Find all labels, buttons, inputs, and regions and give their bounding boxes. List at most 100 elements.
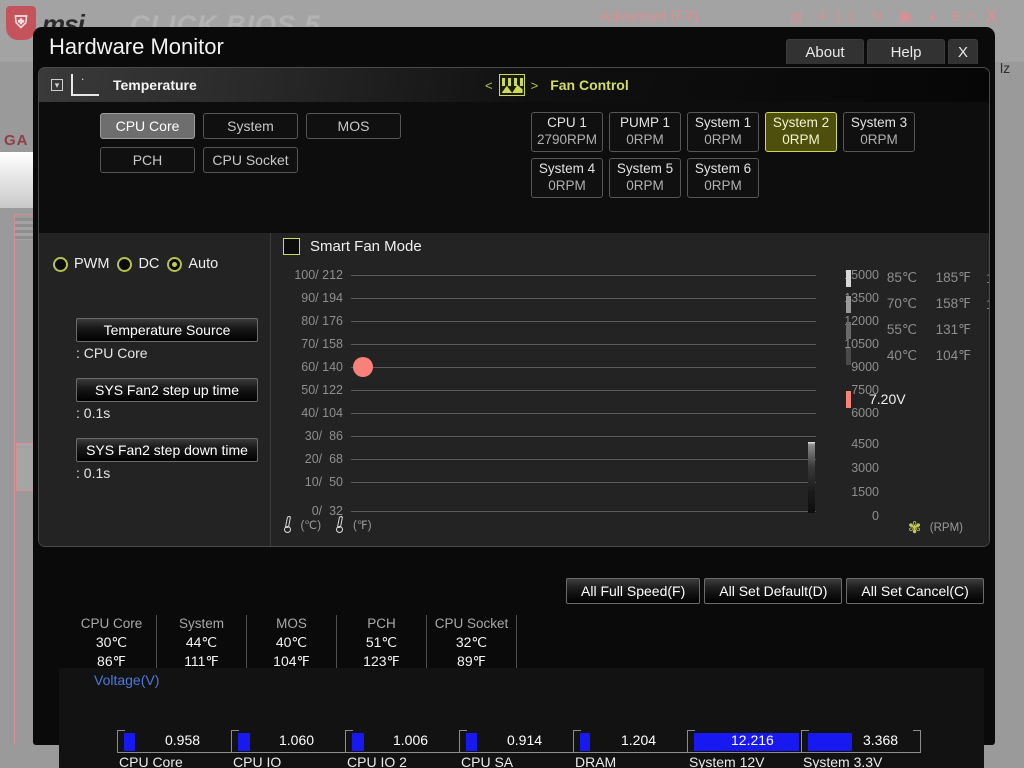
fan-mode-radio-group: PWM DC Auto <box>53 256 218 272</box>
legend-current-voltage: 7.20V <box>869 391 906 407</box>
legend-row: 85℃ 185℉ 12.00V <box>846 265 989 291</box>
bios-close-icon[interactable]: X <box>985 6 998 29</box>
radio-pwm[interactable]: PWM <box>53 256 109 272</box>
titlebar-buttons: About Help X <box>786 39 978 64</box>
summary-celsius: 44℃ <box>185 634 218 651</box>
voltage-item-cpu-io: 1.060 CPU IO <box>231 720 345 768</box>
temperature-source-button[interactable]: Temperature Source <box>76 318 258 342</box>
smart-fan-mode-checkbox[interactable] <box>283 238 300 255</box>
summary-name: System <box>178 616 224 631</box>
voltage-name: System 3.3V <box>803 754 883 768</box>
dialog-titlebar: Hardware Monitor About Help X <box>33 27 995 67</box>
fan-tab-system-4[interactable]: System 4 0RPM <box>531 158 603 198</box>
fan-tab-system-1[interactable]: System 1 0RPM <box>687 112 759 152</box>
legend-fahrenheit: 158℉ <box>935 296 971 311</box>
close-button[interactable]: X <box>948 39 978 64</box>
summary-cell-cpu-socket: CPU Socket 32℃ 89℉ <box>427 615 517 671</box>
chart-temp-tick: 10/ 50 <box>304 475 343 489</box>
legend-voltage: 8.40V <box>971 323 989 338</box>
temperature-source-tabs: CPU Core System MOS PCH CPU Socket <box>100 113 470 173</box>
chart-gridline <box>351 367 816 368</box>
fan-tab-pump-1[interactable]: PUMP 1 0RPM <box>609 112 681 152</box>
all-set-default-button[interactable]: All Set Default(D) <box>704 578 843 604</box>
radio-label: Auto <box>188 256 219 272</box>
legend-row: 55℃ 131℉ 8.40V <box>846 317 989 343</box>
fan-tab-name: System 5 <box>616 161 674 177</box>
radio-icon <box>53 256 68 272</box>
celsius-unit-label: (℃) <box>300 519 322 532</box>
chart-gridline <box>351 275 816 276</box>
help-button[interactable]: Help <box>867 39 945 64</box>
legend-chip-current <box>846 390 851 408</box>
chart-gridline <box>351 321 816 322</box>
summary-name: PCH <box>367 616 396 631</box>
summary-cell-cpu-core: CPU Core 30℃ 86℉ <box>67 615 157 671</box>
step-up-time-button[interactable]: SYS Fan2 step up time <box>76 378 258 402</box>
fan-tab-name: System 4 <box>538 161 596 177</box>
collapse-icon[interactable]: ▾ <box>51 79 63 91</box>
legend-row: 70℃ 158℉ 10.80V <box>846 291 989 317</box>
chart-temp-tick: 60/ 140 <box>301 360 343 374</box>
voltage-section: Voltage(V) 0.958 CPU Core 1.060 CPU IO 1… <box>59 668 984 768</box>
summary-celsius: 32℃ <box>455 634 488 651</box>
chart-gridline <box>351 436 816 437</box>
radio-label: PWM <box>74 256 110 272</box>
temperature-source-value: : CPU Core <box>76 345 148 361</box>
fan-curve-point[interactable] <box>353 357 373 377</box>
legend-celsius: 70℃ <box>886 296 917 311</box>
chart-rpm-tick: 3000 <box>851 461 879 475</box>
smart-fan-mode-row[interactable]: Smart Fan Mode <box>283 238 422 255</box>
screen: ⛨ msi CLICK BIOS 5 Advanced (F7) ▤ F12 ↻… <box>0 0 1024 768</box>
all-full-speed-button[interactable]: All Full Speed(F) <box>566 578 701 604</box>
voltage-value: 1.006 <box>393 732 429 748</box>
chart-legend: 85℃ 185℉ 12.00V 70℃ 158℉ 10.80V 55 <box>846 265 989 412</box>
bios-toolbar-icons[interactable]: ▤ F12 ↻ ▣ ◕ En <box>790 8 981 25</box>
tab-cpu-socket[interactable]: CPU Socket <box>203 147 298 173</box>
tab-system[interactable]: System <box>203 113 298 139</box>
all-set-cancel-button[interactable]: All Set Cancel(C) <box>846 578 984 604</box>
fan-tab-cpu-1[interactable]: CPU 1 2790RPM <box>531 112 603 152</box>
fan-curve-column: Smart Fan Mode 100/ 212 90/ 194 80/ 176 … <box>271 233 989 546</box>
radio-dc[interactable]: DC <box>117 256 159 272</box>
legend-fahrenheit: 104℉ <box>935 348 971 363</box>
voltage-name: DRAM <box>575 754 617 768</box>
next-arrow-icon[interactable]: > <box>531 78 539 93</box>
tab-pch[interactable]: PCH <box>100 147 195 173</box>
chart-rpm-tick: 1500 <box>851 485 879 499</box>
summary-celsius: 30℃ <box>95 634 128 651</box>
fan-settings-column: PWM DC Auto Temperature Source : CPU Cor… <box>39 233 271 546</box>
voltage-bar <box>466 733 477 751</box>
voltage-item-dram: 1.204 DRAM <box>573 720 687 768</box>
fan-control-section-header: < > Fan Control <box>473 68 989 102</box>
tab-mos[interactable]: MOS <box>306 113 401 139</box>
fan-rpm-icon: ✾ <box>907 520 922 537</box>
fan-speed-gradient-bar[interactable] <box>808 442 815 513</box>
bios-gaming-label: GA <box>4 132 29 149</box>
radio-auto[interactable]: Auto <box>167 256 218 272</box>
prev-arrow-icon[interactable]: < <box>485 78 493 93</box>
about-button[interactable]: About <box>786 39 864 64</box>
voltage-bars: 0.958 CPU Core 1.060 CPU IO 1.006 CPU IO… <box>91 720 929 768</box>
voltage-value: 0.914 <box>507 732 543 748</box>
voltage-item-system-12v: 12.216 System 12V <box>687 720 801 768</box>
voltage-name: System 12V <box>689 754 765 768</box>
bios-advanced-label[interactable]: Advanced (F7) <box>600 8 698 25</box>
chart-gridline <box>351 511 816 512</box>
fan-control-icon <box>498 74 525 96</box>
chart-gridline <box>351 459 816 460</box>
chart-temp-tick: 70/ 158 <box>301 337 343 351</box>
tab-cpu-core[interactable]: CPU Core <box>100 113 195 139</box>
summary-cell-pch: PCH 51℃ 123℉ <box>337 615 427 671</box>
fan-tab-rpm: 0RPM <box>626 132 664 147</box>
fan-tab-system-6[interactable]: System 6 0RPM <box>687 158 759 198</box>
fan-tab-system-5[interactable]: System 5 0RPM <box>609 158 681 198</box>
chart-temp-tick: 30/ 86 <box>304 429 343 443</box>
legend-row: 40℃ 104℉ 6.00V <box>846 343 989 369</box>
fan-tab-system-3[interactable]: System 3 0RPM <box>843 112 915 152</box>
panel-body: PWM DC Auto Temperature Source : CPU Cor… <box>39 233 989 546</box>
voltage-bar <box>808 733 852 751</box>
fan-tab-system-2[interactable]: System 2 0RPM <box>765 112 837 152</box>
fan-tab-rpm: 0RPM <box>704 132 742 147</box>
step-down-time-value: : 0.1s <box>76 465 111 481</box>
step-down-time-button[interactable]: SYS Fan2 step down time <box>76 438 258 462</box>
